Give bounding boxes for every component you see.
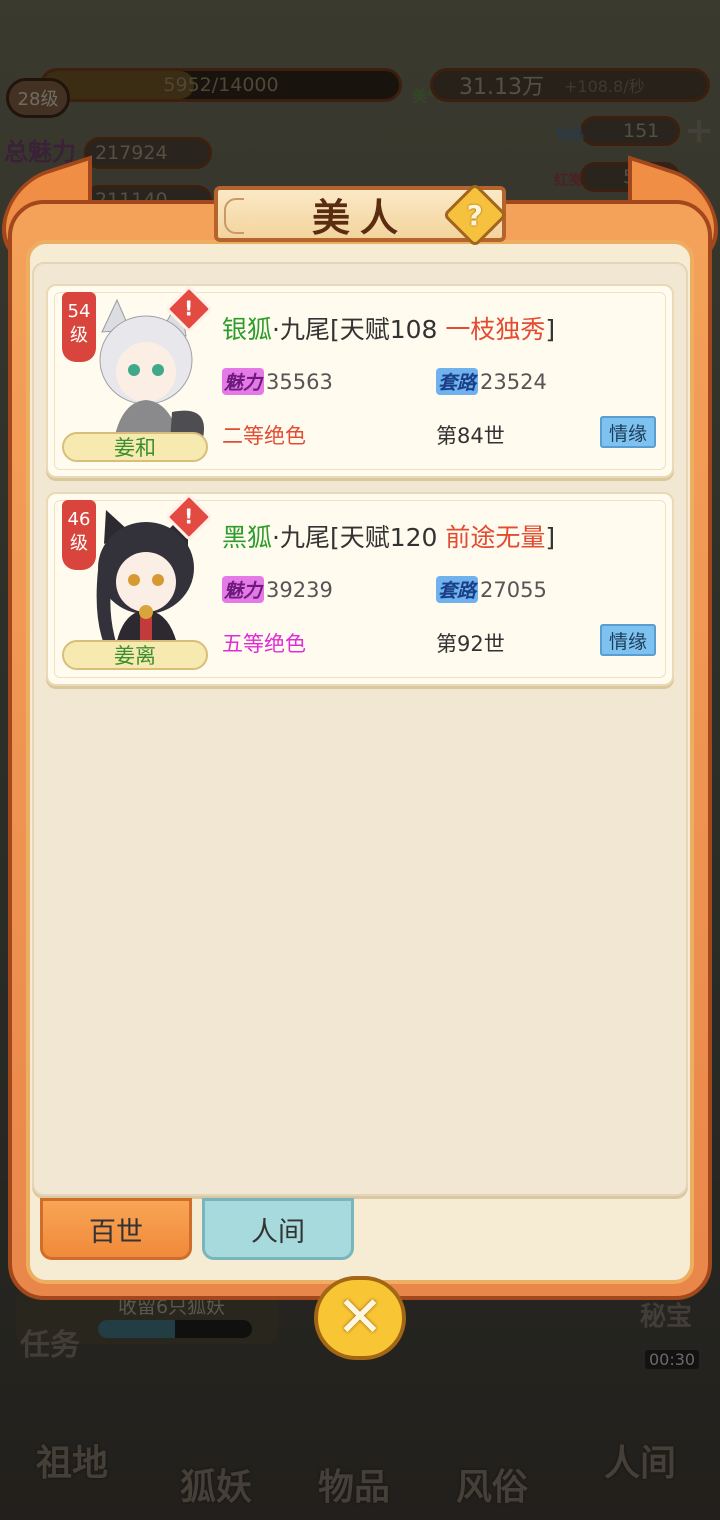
beauty-grade: 二等绝色 xyxy=(222,424,306,448)
talent-name: 一枝独秀 xyxy=(445,315,546,344)
level-tag: 54级 xyxy=(62,292,96,362)
close-button[interactable]: ✕ xyxy=(314,1276,406,1360)
fox-type: 黑狐 xyxy=(222,523,273,552)
question-icon: ? xyxy=(466,198,484,232)
route-stat: 套路 23524 xyxy=(436,368,547,395)
title-rest: ·九尾[天赋108 xyxy=(272,315,446,344)
tab-hundred-lives[interactable]: 百世 xyxy=(40,1198,192,1260)
charm-stat: 魅力 35563 xyxy=(222,368,333,395)
title-end: ] xyxy=(545,523,556,552)
charm-badge: 魅力 xyxy=(222,576,265,603)
alert-mark: ! xyxy=(184,505,194,529)
title-rest: ·九尾[天赋120 xyxy=(272,523,446,552)
level-tag: 46级 xyxy=(62,500,96,570)
charm-stat: 魅力 39239 xyxy=(222,576,333,603)
route-value: 27055 xyxy=(480,577,547,602)
beauty-card[interactable]: 54级 ! 姜和 银狐·九尾[天赋108 一枝独秀] 魅力 35563 套路 235… xyxy=(46,284,674,478)
route-stat: 套路 27055 xyxy=(436,576,547,603)
route-value: 23524 xyxy=(480,369,547,394)
beauty-name: 姜离 xyxy=(62,640,208,670)
fate-button[interactable]: 情缘 xyxy=(600,624,656,656)
fate-button[interactable]: 情缘 xyxy=(600,416,656,448)
beauty-card[interactable]: 46级 ! 姜离 黑狐·九尾[天赋120 前途无量] 魅力 39239 套路 270… xyxy=(46,492,674,686)
alert-mark: ! xyxy=(184,297,194,321)
card-title: 黑狐·九尾[天赋120 前途无量] xyxy=(222,518,555,554)
fox-type: 银狐 xyxy=(222,315,273,344)
charm-badge: 魅力 xyxy=(222,368,265,395)
card-title: 银狐·九尾[天赋108 一枝独秀] xyxy=(222,310,555,346)
route-badge: 套路 xyxy=(436,576,479,603)
dialog-title: 美人 xyxy=(311,194,408,240)
talent-name: 前途无量 xyxy=(445,523,546,552)
generation: 第84世 xyxy=(436,424,505,448)
charm-value: 35563 xyxy=(266,369,333,394)
beauty-name: 姜和 xyxy=(62,432,208,462)
route-badge: 套路 xyxy=(436,368,479,395)
generation: 第92世 xyxy=(436,632,505,656)
charm-value: 39239 xyxy=(266,577,333,602)
beauty-grade: 五等绝色 xyxy=(222,632,306,656)
tab-human-world[interactable]: 人间 xyxy=(202,1198,354,1260)
title-end: ] xyxy=(545,315,556,344)
close-icon: ✕ xyxy=(336,1285,384,1350)
